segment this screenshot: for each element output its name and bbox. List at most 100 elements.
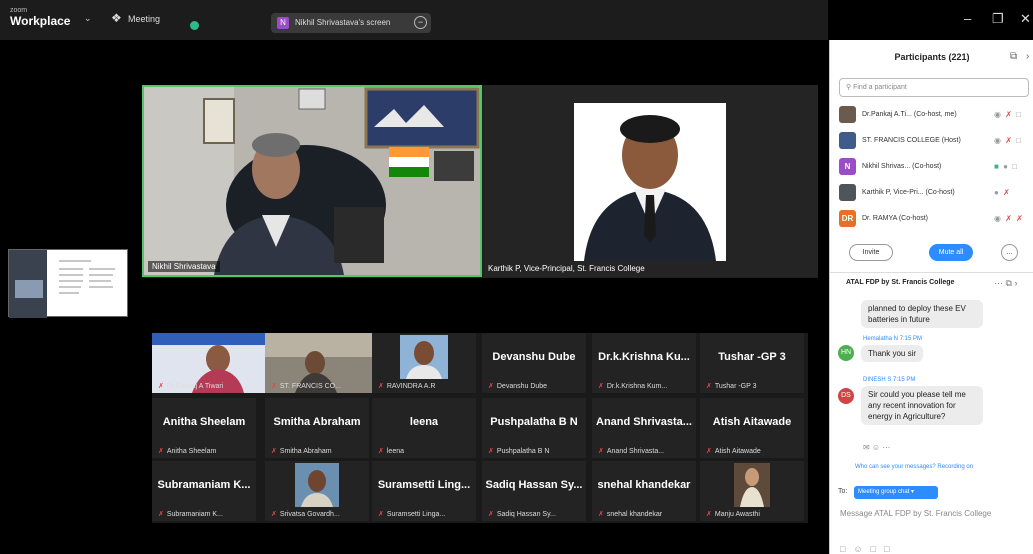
chat-header: ATAL FDP by St. Francis College ⋯ ⧉ › [830, 272, 1033, 294]
meeting-tab[interactable]: Meeting [128, 14, 160, 24]
participant-tile[interactable]: ✗ Dr.Pankaj A Tiwari [152, 333, 265, 393]
participant-label-text: Devanshu Dube [496, 383, 548, 390]
mic-muted-icon: ✗ [158, 383, 164, 390]
camera-off-icon: ✗ [1016, 214, 1024, 223]
shared-screen-thumbnail[interactable] [8, 249, 128, 318]
participant-name: Atish Aitawade [712, 416, 792, 428]
participant-row[interactable]: ST. FRANCIS COLLEGE (Host) ◉ ✗ □ [839, 128, 1033, 154]
participant-tile[interactable]: Subramaniam K... ✗ Subramaniam K... [152, 461, 256, 521]
avatar [839, 132, 856, 149]
camera-icon: □ [1012, 162, 1018, 171]
participant-tile[interactable]: Tushar -GP 3 ✗ Tushar -GP 3 [700, 333, 804, 393]
chat-toolbar-icons[interactable]: □☺□□ [840, 544, 898, 554]
app-brand: zoom Workplace [10, 7, 70, 27]
chat-message: planned to deploy these EV batteries in … [861, 300, 983, 328]
participant-row[interactable]: Karthik P, Vice-Pri... (Co-host) ● ✗ [839, 180, 1033, 206]
side-panel: Participants (221) ⧉ › ⚲ Find a particip… [829, 40, 1033, 554]
invite-button[interactable]: Invite [849, 244, 893, 261]
mic-muted-icon: ✗ [158, 448, 164, 455]
zoom-window: zoom Workplace ⌄ ❖ Meeting N Nikhil Shri… [0, 0, 1033, 554]
participant-label-text: Dr.Pankaj A Tiwari [166, 383, 224, 390]
participant-tile[interactable]: Dr.k.Krishna Ku... ✗ Dr.k.Krishna Kum... [592, 333, 696, 393]
more-icon[interactable]: ⋯ [994, 278, 1003, 288]
mic-muted-icon: ✗ [598, 383, 604, 390]
restore-window-icon[interactable]: ❐ [992, 11, 1004, 27]
participant-label-text: Subramaniam K... [166, 511, 223, 518]
participant-name: Subramaniam K... [157, 479, 251, 491]
video-icon: ◉ [994, 110, 1002, 119]
gallery-view: ✗ Dr.Pankaj A Tiwari ✗ ST. FRANCIS CO... ✗… [152, 333, 808, 523]
chevron-down-icon[interactable]: ⌄ [84, 13, 92, 24]
avatar: DR [839, 210, 856, 227]
speaker-video-karthik[interactable]: Karthik P, Vice-Principal, St. Francis C… [484, 85, 818, 277]
participant-tile[interactable]: ✗ ST. FRANCIS CO... [265, 333, 372, 393]
avatar [839, 106, 856, 123]
participant-row-name: Karthik P, Vice-Pri... (Co-host) [862, 189, 955, 196]
more-options-button[interactable]: ... [1001, 244, 1018, 261]
close-panel-icon[interactable]: › [1026, 40, 1029, 74]
slide-text-line [59, 268, 83, 270]
participant-search-input[interactable]: ⚲ Find a participant [839, 78, 1029, 97]
participant-tile[interactable]: ✗ Srivatsa Govardh... [265, 461, 369, 521]
share-screen-icon: ■ [994, 162, 1000, 171]
participant-label-text: Smitha Abraham [279, 448, 332, 455]
participant-label: ✗ Manju Awasthi [706, 510, 760, 518]
participant-tile[interactable]: Devanshu Dube ✗ Devanshu Dube [482, 333, 586, 393]
speaker-name-label: Karthik P, Vice-Principal, St. Francis C… [484, 263, 649, 274]
slide-text-line [59, 274, 83, 276]
popout-icon[interactable]: ⧉ [1010, 40, 1017, 74]
slide-text-line [89, 286, 113, 288]
avatar: HN [838, 345, 854, 361]
mic-muted-icon: ✗ [598, 448, 604, 455]
participant-label: ✗ Devanshu Dube [488, 382, 547, 390]
chat-message-text: Thank you sir [868, 349, 917, 358]
participant-label: ✗ Suramsetti Linga... [378, 510, 445, 518]
security-shield-icon[interactable] [190, 21, 199, 30]
who-can-see-notice[interactable]: Who can see your messages? Recording on [855, 464, 973, 470]
to-label: To: [838, 488, 848, 495]
participant-tile[interactable]: Sadiq Hassan Sy... ✗ Sadiq Hassan Sy... [482, 461, 586, 521]
sharer-avatar: N [277, 17, 289, 29]
participant-name: Anitha Sheelam [162, 416, 246, 428]
chat-title: ATAL FDP by St. Francis College [846, 279, 955, 286]
minimize-share-icon[interactable]: − [414, 16, 427, 29]
minimize-window-icon[interactable]: – [964, 11, 971, 26]
mic-muted-icon: ✗ [378, 383, 384, 390]
screen-share-indicator[interactable]: N Nikhil Shrivastava's screen − [271, 13, 431, 33]
chat-header-icons: ⋯ ⧉ › [994, 278, 1017, 289]
participants-header: Participants (221) [830, 40, 1033, 74]
participant-label: ✗ Srivatsa Govardh... [271, 510, 340, 518]
active-speaker-video[interactable]: Nikhil Shrivastava [142, 85, 482, 277]
participant-label-text: Sadiq Hassan Sy... [496, 511, 556, 518]
participant-row-name: Dr. RAMYA (Co-host) [862, 215, 928, 222]
participant-row-icons: ◉ ✗ ✗ [994, 214, 1024, 223]
chat-message-text: Sir could you please tell me any recent … [868, 390, 966, 421]
mic-muted-icon: ✗ [706, 383, 712, 390]
mute-all-button[interactable]: Mute all [929, 244, 973, 261]
participant-label: ✗ Anitha Sheelam [158, 447, 216, 455]
participant-label-text: Pushpalatha B N [496, 448, 550, 455]
participant-tile[interactable]: Suramsetti Ling... ✗ Suramsetti Linga... [372, 461, 476, 521]
participant-tile[interactable]: ✗ Manju Awasthi [700, 461, 804, 521]
close-icon[interactable]: › [1014, 278, 1017, 288]
recipient-dropdown[interactable]: Meeting group chat ▾ [854, 486, 938, 499]
participant-row[interactable]: DR Dr. RAMYA (Co-host) ◉ ✗ ✗ [839, 206, 1033, 232]
participant-tile[interactable]: ✗ RAVINDRA A.R [372, 333, 476, 393]
slide-photo-inset [15, 280, 43, 298]
message-reaction-icons[interactable]: ✉ ☺ ⋯ [863, 443, 890, 452]
close-window-icon[interactable]: ✕ [1020, 11, 1031, 27]
participant-row[interactable]: N Nikhil Shrivas... (Co-host) ■ ● □ [839, 154, 1033, 180]
chat-message-input[interactable]: Message ATAL FDP by St. Francis College [840, 509, 991, 518]
camera-icon: □ [1016, 110, 1022, 119]
participant-tile[interactable]: leena ✗ leena [372, 398, 476, 458]
participant-tile[interactable]: Anitha Sheelam ✗ Anitha Sheelam [152, 398, 256, 458]
participant-tile[interactable]: snehal khandekar ✗ snehal khandekar [592, 461, 696, 521]
participant-tile[interactable]: Smitha Abraham ✗ Smitha Abraham [265, 398, 369, 458]
participant-tile[interactable]: Pushpalatha B N ✗ Pushpalatha B N [482, 398, 586, 458]
participant-tile[interactable]: Atish Aitawade ✗ Atish Aitawade [700, 398, 804, 458]
brand-title: Workplace [10, 14, 71, 28]
participant-tile[interactable]: Anand Shrivasta... ✗ Anand Shrivasta... [592, 398, 696, 458]
popout-icon[interactable]: ⧉ [1006, 278, 1012, 288]
participant-row[interactable]: Dr.Pankaj A.Ti... (Co-host, me) ◉ ✗ □ [839, 102, 1033, 128]
mic-muted-icon: ✗ [706, 511, 712, 518]
